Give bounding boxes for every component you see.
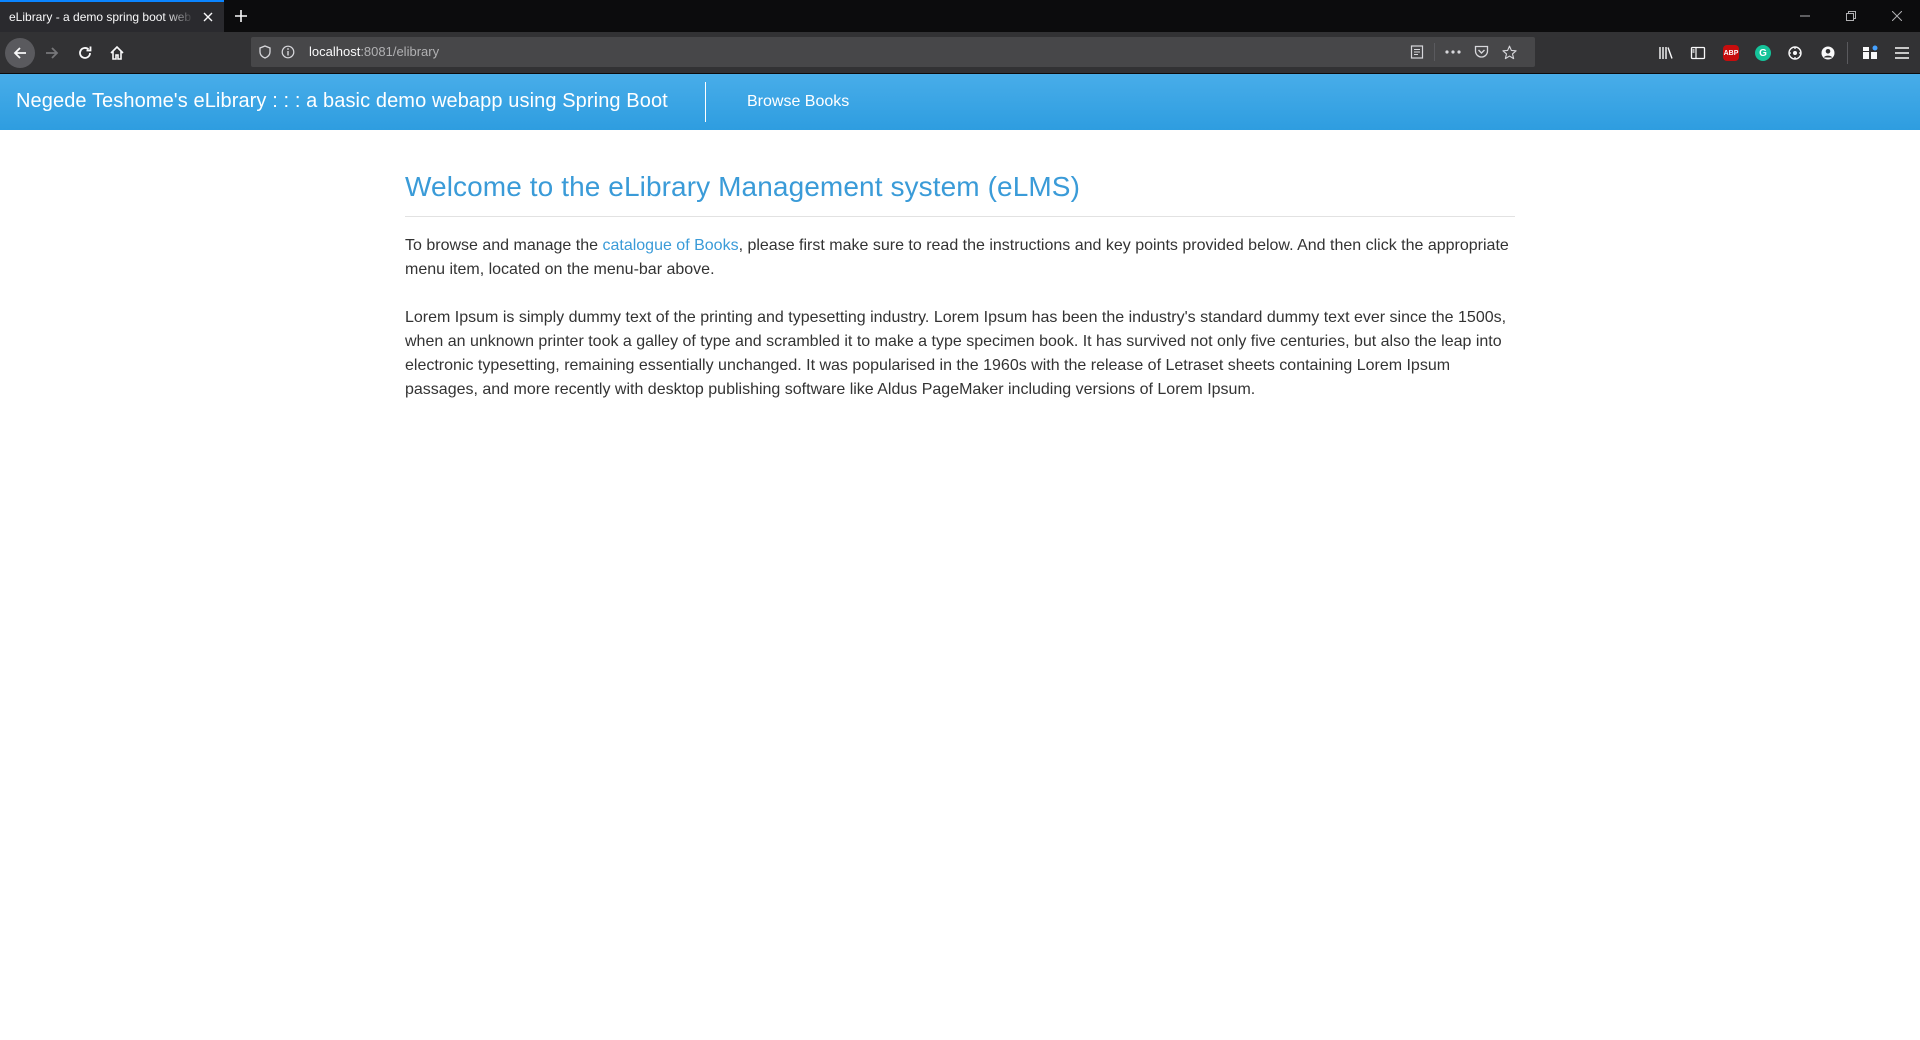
sidebar-icon[interactable] [1690, 45, 1706, 61]
window-controls [1782, 0, 1920, 32]
extensions-icon[interactable] [1862, 45, 1878, 61]
url-text[interactable]: localhost:8081/elibrary [309, 44, 439, 59]
new-tab-button[interactable] [224, 0, 258, 32]
main-content: Welcome to the eLibrary Management syste… [405, 130, 1515, 402]
catalogue-link[interactable]: catalogue of Books [602, 237, 738, 254]
intro-text-start: To browse and manage the [405, 237, 603, 254]
adblock-icon[interactable]: ABP [1723, 45, 1739, 61]
url-bar[interactable]: localhost:8081/elibrary [251, 37, 1535, 67]
home-icon [110, 45, 124, 60]
url-host: localhost [309, 44, 361, 59]
star-icon[interactable] [1501, 44, 1517, 60]
close-icon[interactable] [200, 9, 216, 25]
shield-icon[interactable] [257, 44, 273, 60]
page-title: Welcome to the eLibrary Management syste… [405, 171, 1515, 217]
lorem-paragraph: Lorem Ipsum is simply dummy text of the … [405, 309, 1507, 398]
tab-title: eLibrary - a demo spring boot web [9, 10, 192, 24]
adblock-label: ABP [1723, 45, 1739, 61]
grammarly-icon[interactable]: G [1755, 45, 1771, 61]
reload-icon [79, 46, 92, 59]
minimize-icon [1800, 15, 1810, 17]
tab-strip: eLibrary - a demo spring boot web [0, 0, 1920, 32]
close-window-button[interactable] [1874, 0, 1920, 32]
brand-link[interactable]: Negede Teshome's eLibrary : : : a basic … [16, 90, 668, 113]
back-button[interactable] [5, 38, 35, 68]
reader-view-icon[interactable] [1409, 44, 1425, 60]
plus-icon [235, 10, 247, 22]
reload-button[interactable] [71, 39, 99, 67]
browser-toolbar: localhost:8081/elibrary ABP G [0, 32, 1920, 74]
home-button[interactable] [103, 39, 131, 67]
app-navbar: Negede Teshome's eLibrary : : : a basic … [0, 74, 1920, 130]
grammarly-label: G [1755, 45, 1771, 61]
url-path: :8081/elibrary [360, 44, 440, 59]
browser-tab[interactable]: eLibrary - a demo spring boot web [0, 0, 224, 32]
restore-button[interactable] [1828, 0, 1874, 32]
library-icon[interactable] [1658, 45, 1674, 61]
account-icon[interactable] [1820, 45, 1836, 61]
url-separator [1434, 43, 1435, 61]
minimize-button[interactable] [1782, 0, 1828, 32]
info-icon[interactable] [280, 44, 296, 60]
pocket-icon[interactable] [1473, 44, 1489, 60]
intro-paragraph: To browse and manage the catalogue of Bo… [405, 234, 1515, 282]
close-window-icon [1892, 11, 1902, 21]
hamburger-menu-icon[interactable] [1894, 45, 1910, 61]
forward-button[interactable] [38, 39, 66, 67]
restore-icon [1846, 11, 1856, 21]
extension-icon[interactable] [1787, 45, 1803, 61]
arrow-right-icon [46, 47, 59, 59]
arrow-left-icon [13, 47, 26, 59]
navbar-divider [705, 82, 706, 122]
ellipsis-icon[interactable] [1445, 44, 1461, 60]
toolbar-separator [1847, 42, 1848, 64]
nav-browse-books[interactable]: Browse Books [747, 93, 849, 111]
